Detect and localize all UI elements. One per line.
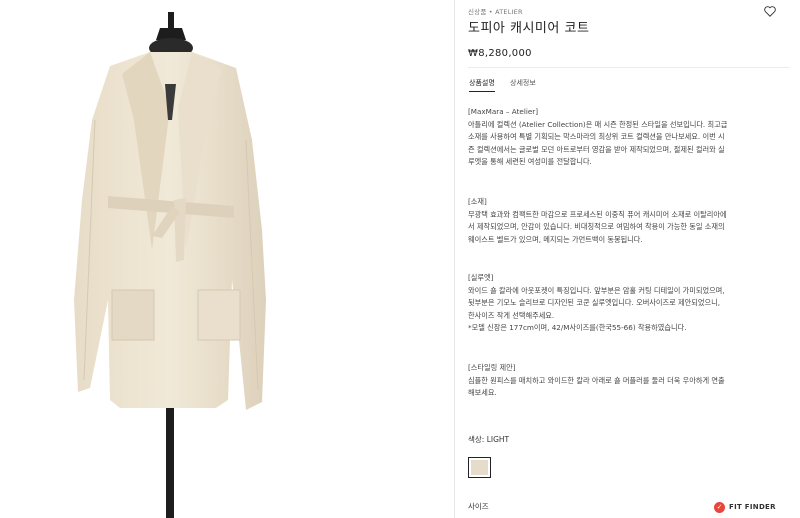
description-fabric: [소재] 무광택 효과와 컴팩트한 마감으로 프로세스된 이중직 퓨어 캐시미어… [468,196,786,246]
description-line: *모델 신장은 177cm이며, 42/M사이즈를(한국55-66) 착용하였습… [468,323,687,332]
description-line: 소재를 사용하여 특별 기획되는 막스마라의 최상위 코트 컬렉션을 만나보세요… [468,132,725,141]
description-line: 와이드 숄 칼라에 아웃포켓이 특징입니다. 앞부분은 암홀 커팅 디테일이 가… [468,285,725,295]
color-swatch-light[interactable] [468,457,491,478]
description-silhouette: [실루엣] 와이드 숄 칼라에 아웃포켓이 특징입니다. 앞부분은 암홀 커팅 … [468,272,786,335]
fit-finder-button[interactable]: ✓ FIT FINDER [714,501,776,513]
description-line: 무광택 효과와 컴팩트한 마감으로 프로세스된 이중직 퓨어 캐시미어 소재로 … [468,209,727,219]
description-line: 아틀리에 컬렉션 (Atelier Collection)은 매 시즌 한정된 … [468,119,728,129]
description-line: 루엣을 통해 세련된 여성미를 전달합니다. [468,157,592,166]
description-line: 웨이스트 벨트가 있으며, 메지되는 가먼트백이 동봉됩니다. [468,234,643,244]
description-line: 한사이즈 작게 선택해주세요. [468,310,555,320]
fit-finder-icon: ✓ [714,501,725,513]
tab-description[interactable]: 상품설명 [469,78,495,92]
swatch-fill [471,460,488,475]
section-heading: [소재] [468,197,487,206]
section-heading: [스타일링 제안] [468,363,516,372]
heart-icon[interactable] [763,4,777,18]
description-intro: [MaxMara – Atelier] 아틀리에 컬렉션 (Atelier Co… [468,106,786,169]
description-line: 즌 컬렉션에서는 글로벌 모던 아트로부터 영감을 받아 제작되었으며, 절제된… [468,144,725,154]
product-detail-panel: 신상품 • ATELIER 도피아 캐시미어 코트 ₩8,280,000 상품설… [468,0,790,518]
description-line: 뒷부분은 기모노 슬리브로 디자인된 코쿤 실루엣입니다. 오버사이즈로 제안되… [468,298,721,307]
pane-divider [454,0,455,518]
product-title: 도피아 캐시미어 코트 [468,21,590,36]
divider [468,67,790,68]
description-line: 심플한 원피스를 매치하고 와이드한 칼라 아래로 숄 머플러를 둘러 더욱 우… [468,375,725,385]
section-heading: [실루엣] [468,273,494,282]
size-label: 사이즈 [468,502,489,511]
tab-details[interactable]: 상세정보 [510,78,536,88]
description-styling: [스타일링 제안] 심플한 원피스를 매치하고 와이드한 칼라 아래로 숄 머플… [468,362,786,400]
description-line: 서 제작되었으며, 안감이 있습니다. 비대칭적으로 여밈하여 착용이 가능한 … [468,222,725,231]
section-heading: [MaxMara – Atelier] [468,107,538,116]
color-label: 색상: LIGHT [468,435,510,444]
breadcrumb[interactable]: 신상품 • ATELIER [468,6,523,16]
coat-on-mannequin-illustration [74,12,266,518]
fit-finder-label: FIT FINDER [729,503,776,511]
product-image [0,0,454,518]
product-price: ₩8,280,000 [468,48,532,59]
description-line: 해보세요. [468,388,497,397]
